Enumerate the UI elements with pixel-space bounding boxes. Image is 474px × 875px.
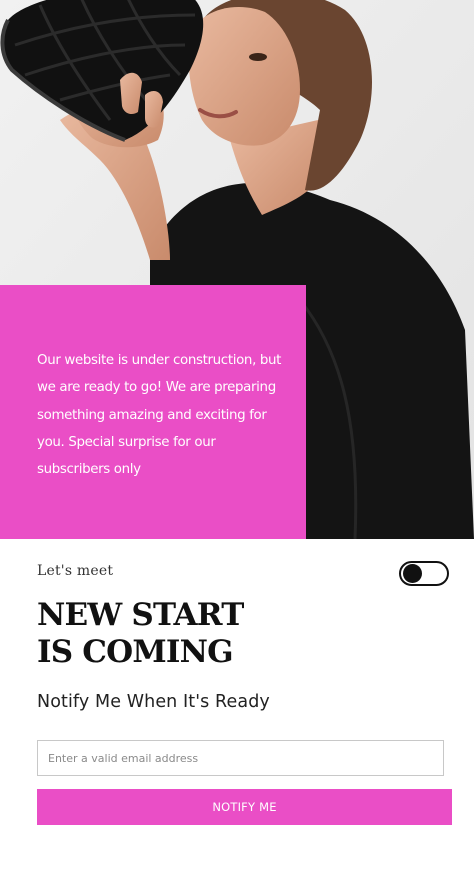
toggle-knob: [403, 564, 422, 583]
signup-section: Let's meet NEW START IS COMING Notify Me…: [0, 539, 474, 875]
notify-me-button[interactable]: NOTIFY ME: [37, 789, 452, 825]
notify-heading: Notify Me When It's Ready: [37, 692, 270, 712]
eyebrow-text: Let's meet: [37, 563, 114, 579]
headline: NEW START IS COMING: [37, 597, 244, 671]
headline-line-2: IS COMING: [37, 634, 234, 670]
email-input[interactable]: [37, 740, 444, 776]
promo-box: Our website is under construction, but w…: [0, 285, 306, 539]
headline-line-1: NEW START: [37, 597, 244, 633]
theme-toggle[interactable]: [399, 561, 449, 586]
promo-text: Our website is under construction, but w…: [37, 353, 282, 478]
